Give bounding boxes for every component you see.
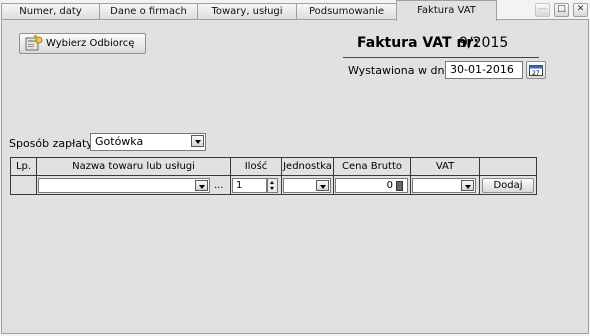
cell-actions: Dodaj [479,175,537,195]
app-window: Numer, daty Dane o firmach Towary, usług… [0,0,590,336]
chevron-down-icon[interactable] [191,135,204,147]
tab-towary-uslugi[interactable]: Towary, usługi [197,3,297,20]
table-row: ... 1 0 Dodaj [10,175,537,195]
price-input[interactable]: 0 [335,178,408,193]
header-unit: Jednostka [281,157,334,176]
invoice-number: 9/2015 [459,35,509,51]
payment-label: Sposób zapłaty: [9,137,96,150]
minimize-icon[interactable]: — [535,3,550,17]
cell-name: ... [36,175,231,195]
calendar-button[interactable]: 27 [526,61,546,79]
cell-price: 0 [333,175,411,195]
calendar-icon: 27 [529,65,543,76]
item-name-select[interactable] [38,178,210,193]
svg-text:27: 27 [532,70,540,76]
title-underline [343,57,539,58]
header-vat: VAT [410,157,480,176]
select-recipient-label: Wybierz Odbiorcę [46,38,135,49]
spin-down-icon[interactable] [268,186,277,192]
maximize-icon[interactable]: □ [554,3,569,17]
table-header-row: Lp. Nazwa towaru lub usługi Ilość Jednos… [10,157,537,176]
header-name: Nazwa towaru lub usługi [36,157,231,176]
invoice-panel: Wybierz Odbiorcę Faktura VAT nr: 9/2015 … [1,19,589,334]
header-lp: Lp. [10,157,37,176]
browse-items-button[interactable]: ... [214,180,224,191]
unit-select[interactable] [283,178,331,193]
chevron-down-icon[interactable] [316,180,329,191]
header-price: Cena Brutto [333,157,411,176]
vat-select[interactable] [412,178,476,193]
header-actions [479,157,537,176]
header-quantity: Ilość [230,157,282,176]
add-item-button[interactable]: Dodaj [482,178,534,193]
issue-date-field[interactable]: 30-01-2016 [445,61,523,79]
cell-unit [281,175,334,195]
cell-quantity: 1 [230,175,282,195]
payment-value: Gotówka [95,135,144,148]
tab-strip: Numer, daty Dane o firmach Towary, usług… [0,0,590,21]
tab-faktura-vat[interactable]: Faktura VAT [396,0,497,21]
calculator-icon[interactable] [396,181,403,191]
quantity-input[interactable]: 1 [232,178,267,193]
spin-up-icon[interactable] [268,179,277,185]
tab-numer-daty[interactable]: Numer, daty [1,3,100,20]
tab-dane-o-firmach[interactable]: Dane o firmach [99,3,198,20]
chevron-down-icon[interactable] [195,180,208,191]
chevron-down-icon[interactable] [461,180,474,191]
select-recipient-button[interactable]: Wybierz Odbiorcę [19,33,146,54]
cell-vat [410,175,480,195]
cell-lp [10,175,37,195]
items-table: Lp. Nazwa towaru lub usługi Ilość Jednos… [10,157,537,195]
issue-date-label: Wystawiona w dniu: [348,64,459,77]
price-value: 0 [386,180,393,191]
quantity-stepper[interactable] [267,178,278,193]
tab-podsumowanie[interactable]: Podsumowanie [296,3,397,20]
close-icon[interactable]: ✕ [573,3,588,17]
payment-select[interactable]: Gotówka [90,133,206,151]
contact-book-icon [25,35,43,51]
